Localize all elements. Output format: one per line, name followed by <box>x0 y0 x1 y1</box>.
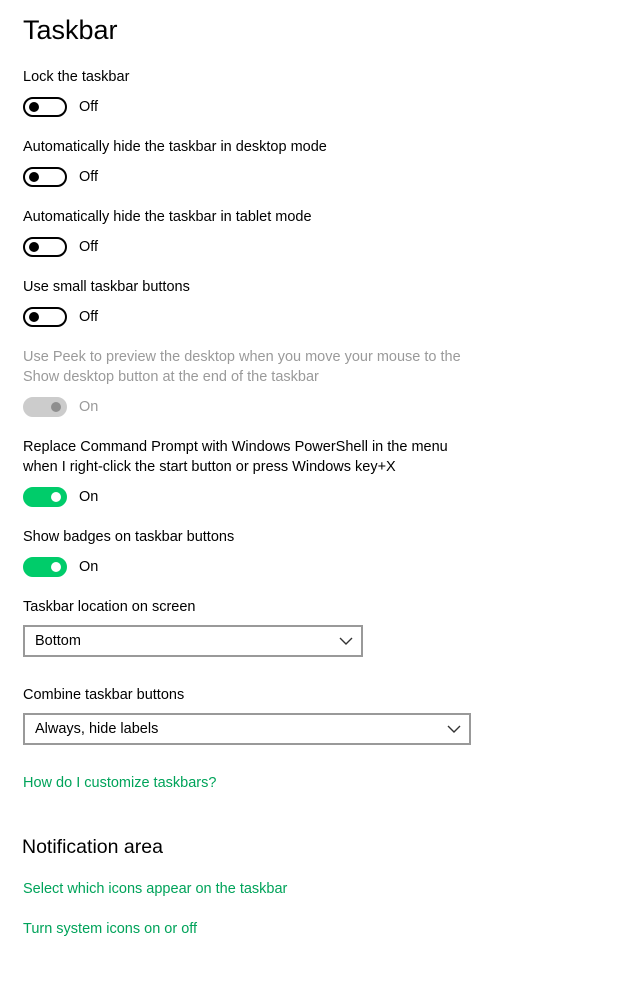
toggle-knob <box>29 172 39 182</box>
toggle-row: On <box>23 487 483 507</box>
taskbar-location-label: Taskbar location on screen <box>23 599 196 615</box>
toggle-row: On <box>23 397 483 417</box>
toggle-state: On <box>79 489 99 505</box>
autohide-desktop-toggle[interactable] <box>23 167 67 187</box>
toggle-knob <box>51 492 61 502</box>
setting-powershell: Replace Command Prompt with Windows Powe… <box>23 437 483 507</box>
toggle-state: Off <box>79 99 99 115</box>
toggle-knob <box>51 562 61 572</box>
setting-label: Automatically hide the taskbar in deskto… <box>23 139 327 155</box>
toggle-knob <box>29 242 39 252</box>
setting-badges: Show badges on taskbar buttons On <box>23 527 483 577</box>
toggle-state: Off <box>79 169 99 185</box>
setting-label: Lock the taskbar <box>23 69 130 85</box>
setting-combine-buttons: Combine taskbar buttons Always, hide lab… <box>23 685 471 745</box>
combine-buttons-label: Combine taskbar buttons <box>23 687 185 703</box>
toggle-state: On <box>79 399 99 415</box>
toggle-knob <box>51 402 61 412</box>
powershell-toggle[interactable] <box>23 487 67 507</box>
toggle-state: On <box>79 559 99 575</box>
setting-autohide-desktop: Automatically hide the taskbar in deskto… <box>23 137 483 187</box>
setting-peek-preview: Use Peek to preview the desktop when you… <box>23 347 483 417</box>
setting-label: Automatically hide the taskbar in tablet… <box>23 209 312 225</box>
page-title: Taskbar <box>23 15 118 45</box>
taskbar-location-value: Bottom <box>35 633 81 649</box>
toggle-row: Off <box>23 307 483 327</box>
badges-toggle[interactable] <box>23 557 67 577</box>
toggle-row: Off <box>23 97 483 117</box>
setting-label: Use Peek to preview the desktop when you… <box>23 349 461 385</box>
toggle-row: On <box>23 557 483 577</box>
setting-taskbar-location: Taskbar location on screen Bottom <box>23 597 363 657</box>
setting-label: Show badges on taskbar buttons <box>23 529 235 545</box>
small-buttons-toggle[interactable] <box>23 307 67 327</box>
setting-autohide-tablet: Automatically hide the taskbar in tablet… <box>23 207 483 257</box>
toggle-knob <box>29 102 39 112</box>
toggle-row: Off <box>23 167 483 187</box>
setting-label: Use small taskbar buttons <box>23 279 190 295</box>
toggle-state: Off <box>79 309 99 325</box>
system-icons-link[interactable]: Turn system icons on or off <box>23 919 197 939</box>
autohide-tablet-toggle[interactable] <box>23 237 67 257</box>
lock-taskbar-toggle[interactable] <box>23 97 67 117</box>
select-icons-link[interactable]: Select which icons appear on the taskbar <box>23 879 287 899</box>
setting-lock-taskbar: Lock the taskbar Off <box>23 67 483 117</box>
toggle-row: Off <box>23 237 483 257</box>
customize-taskbars-link[interactable]: How do I customize taskbars? <box>23 773 216 793</box>
peek-preview-toggle <box>23 397 67 417</box>
setting-label: Replace Command Prompt with Windows Powe… <box>23 439 448 475</box>
chevron-down-icon <box>339 634 353 648</box>
notification-area-title: Notification area <box>22 836 163 858</box>
taskbar-location-dropdown[interactable]: Bottom <box>23 625 363 657</box>
setting-small-buttons: Use small taskbar buttons Off <box>23 277 483 327</box>
taskbar-settings-page: Taskbar Lock the taskbar Off Automatical… <box>0 0 634 984</box>
chevron-down-icon <box>447 722 461 736</box>
combine-buttons-value: Always, hide labels <box>35 721 159 737</box>
toggle-knob <box>29 312 39 322</box>
combine-buttons-dropdown[interactable]: Always, hide labels <box>23 713 471 745</box>
toggle-state: Off <box>79 239 99 255</box>
